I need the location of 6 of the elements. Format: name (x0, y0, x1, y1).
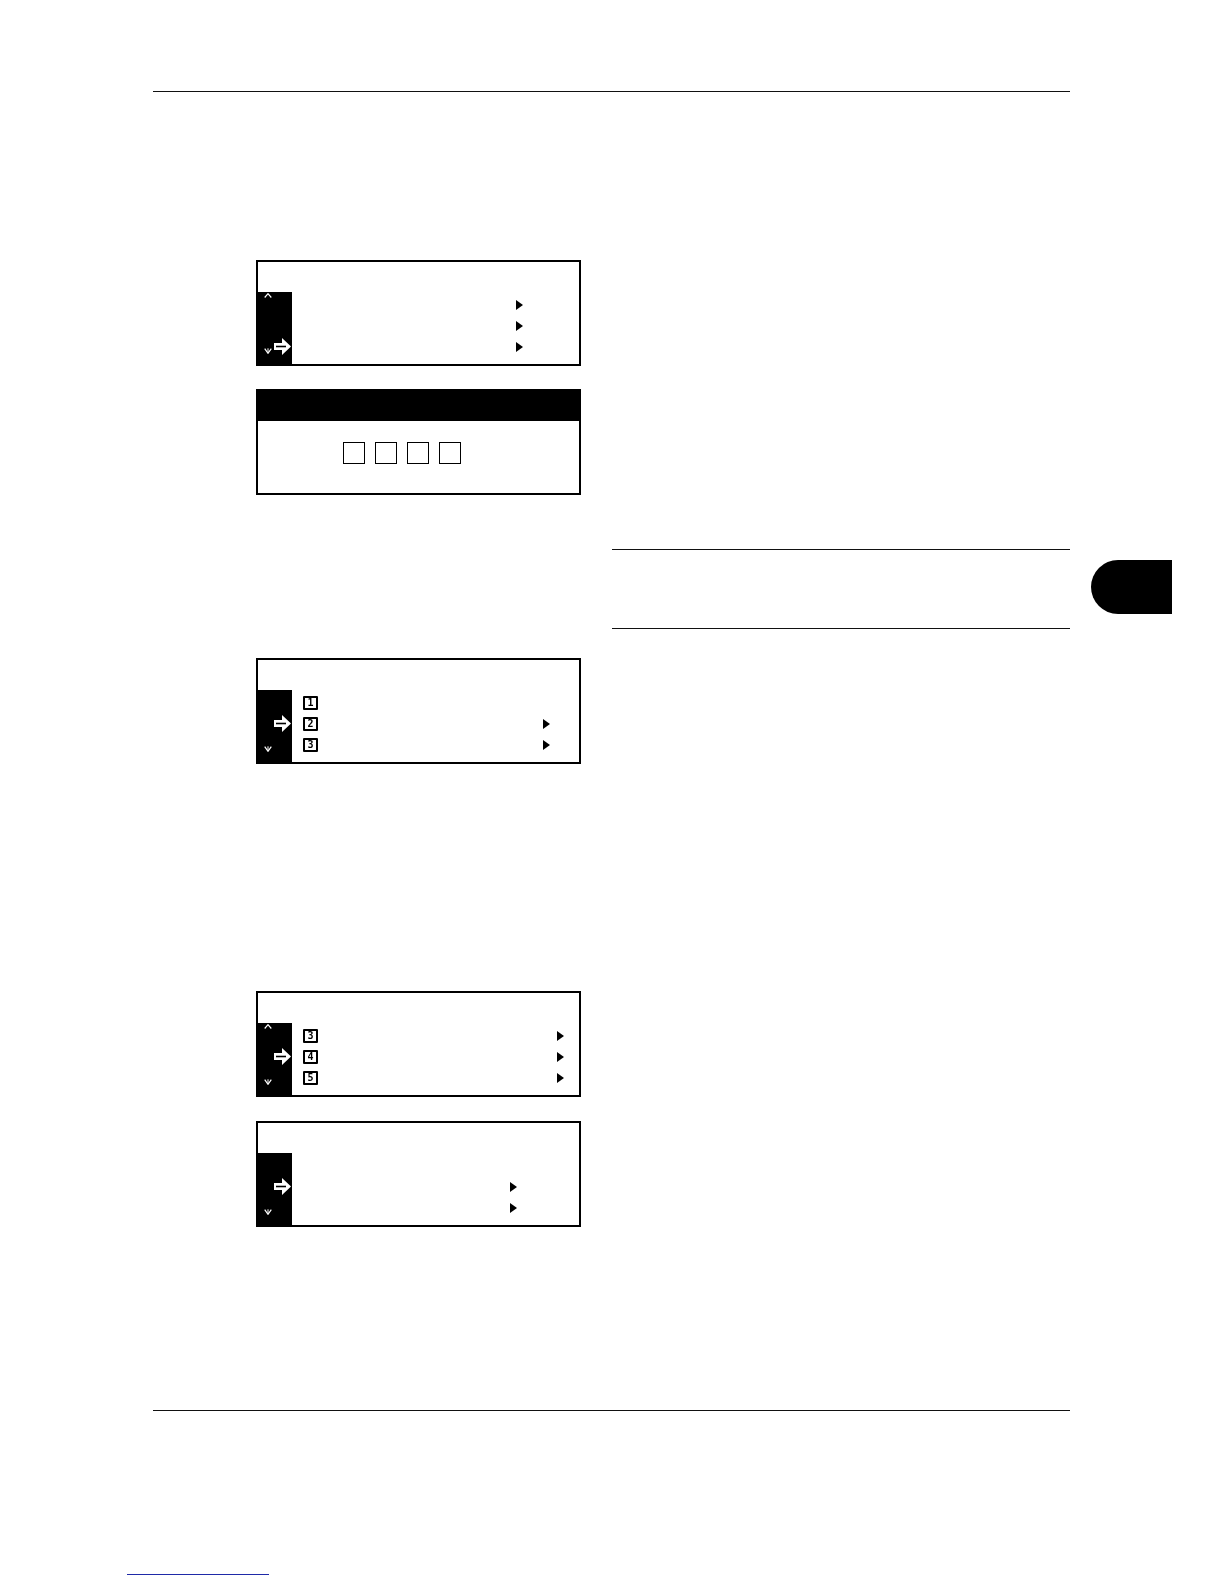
item-number: 3 (303, 1028, 318, 1043)
item-number: 2 (303, 716, 318, 731)
item-number: 3 (303, 737, 318, 752)
item-number: 5 (303, 1070, 318, 1085)
item-number: 1 (303, 695, 318, 710)
item-number: 4 (303, 1049, 318, 1064)
